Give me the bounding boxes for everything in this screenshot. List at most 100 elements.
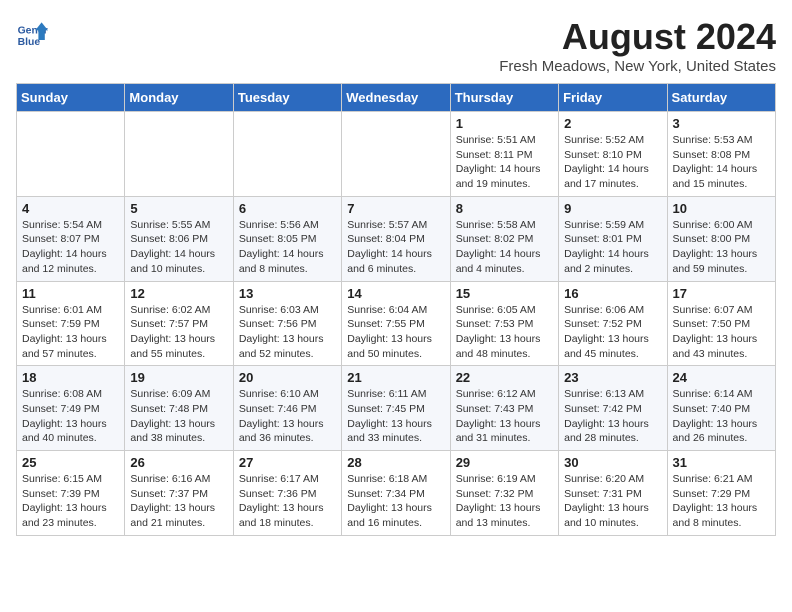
- day-number: 27: [239, 455, 336, 470]
- day-number: 20: [239, 370, 336, 385]
- calendar-cell: 10 Sunrise: 6:00 AM Sunset: 8:00 PM Dayli…: [667, 196, 775, 281]
- calendar-header-row: SundayMondayTuesdayWednesdayThursdayFrid…: [17, 84, 776, 112]
- calendar-cell: 28 Sunrise: 6:18 AM Sunset: 7:34 PM Dayli…: [342, 451, 450, 536]
- day-number: 13: [239, 286, 336, 301]
- day-info: Sunrise: 6:17 AM Sunset: 7:36 PM Dayligh…: [239, 472, 336, 531]
- weekday-header: Tuesday: [233, 84, 341, 112]
- day-number: 25: [22, 455, 119, 470]
- calendar-cell: [17, 112, 125, 197]
- calendar-week-row: 18 Sunrise: 6:08 AM Sunset: 7:49 PM Dayli…: [17, 366, 776, 451]
- day-number: 31: [673, 455, 770, 470]
- logo: General Blue: [16, 16, 48, 48]
- day-info: Sunrise: 5:59 AM Sunset: 8:01 PM Dayligh…: [564, 218, 661, 277]
- page-header: General Blue August 2024 Fresh Meadows, …: [16, 16, 776, 75]
- day-info: Sunrise: 6:14 AM Sunset: 7:40 PM Dayligh…: [673, 387, 770, 446]
- day-number: 16: [564, 286, 661, 301]
- calendar-cell: 16 Sunrise: 6:06 AM Sunset: 7:52 PM Dayli…: [559, 281, 667, 366]
- day-info: Sunrise: 6:11 AM Sunset: 7:45 PM Dayligh…: [347, 387, 444, 446]
- calendar-cell: 31 Sunrise: 6:21 AM Sunset: 7:29 PM Dayli…: [667, 451, 775, 536]
- calendar-cell: 5 Sunrise: 5:55 AM Sunset: 8:06 PM Daylig…: [125, 196, 233, 281]
- day-info: Sunrise: 6:12 AM Sunset: 7:43 PM Dayligh…: [456, 387, 553, 446]
- day-number: 26: [130, 455, 227, 470]
- day-info: Sunrise: 5:55 AM Sunset: 8:06 PM Dayligh…: [130, 218, 227, 277]
- calendar-cell: 17 Sunrise: 6:07 AM Sunset: 7:50 PM Dayli…: [667, 281, 775, 366]
- day-number: 19: [130, 370, 227, 385]
- calendar-cell: 7Sunrise: 5:57 AM Sunset: 8:04 PM Daylig…: [342, 196, 450, 281]
- svg-text:Blue: Blue: [18, 37, 41, 48]
- day-number: 1: [456, 116, 553, 131]
- day-info: Sunrise: 6:21 AM Sunset: 7:29 PM Dayligh…: [673, 472, 770, 531]
- calendar-week-row: 1 Sunrise: 5:51 AM Sunset: 8:11 PM Daylig…: [17, 112, 776, 197]
- day-info: Sunrise: 6:20 AM Sunset: 7:31 PM Dayligh…: [564, 472, 661, 531]
- day-number: 23: [564, 370, 661, 385]
- day-info: Sunrise: 6:07 AM Sunset: 7:50 PM Dayligh…: [673, 303, 770, 362]
- day-number: 2: [564, 116, 661, 131]
- weekday-header: Thursday: [450, 84, 558, 112]
- calendar-cell: 25Sunrise: 6:15 AM Sunset: 7:39 PM Dayli…: [17, 451, 125, 536]
- calendar-cell: 22 Sunrise: 6:12 AM Sunset: 7:43 PM Dayli…: [450, 366, 558, 451]
- day-info: Sunrise: 6:13 AM Sunset: 7:42 PM Dayligh…: [564, 387, 661, 446]
- calendar-cell: 8 Sunrise: 5:58 AM Sunset: 8:02 PM Daylig…: [450, 196, 558, 281]
- day-info: Sunrise: 6:09 AM Sunset: 7:48 PM Dayligh…: [130, 387, 227, 446]
- day-number: 9: [564, 201, 661, 216]
- day-number: 17: [673, 286, 770, 301]
- day-number: 5: [130, 201, 227, 216]
- day-info: Sunrise: 6:03 AM Sunset: 7:56 PM Dayligh…: [239, 303, 336, 362]
- day-info: Sunrise: 5:57 AM Sunset: 8:04 PM Dayligh…: [347, 218, 444, 277]
- calendar-cell: 29 Sunrise: 6:19 AM Sunset: 7:32 PM Dayli…: [450, 451, 558, 536]
- calendar-cell: 14Sunrise: 6:04 AM Sunset: 7:55 PM Dayli…: [342, 281, 450, 366]
- day-number: 28: [347, 455, 444, 470]
- day-number: 10: [673, 201, 770, 216]
- month-year-title: August 2024: [499, 16, 776, 58]
- day-info: Sunrise: 5:56 AM Sunset: 8:05 PM Dayligh…: [239, 218, 336, 277]
- day-number: 18: [22, 370, 119, 385]
- day-info: Sunrise: 6:16 AM Sunset: 7:37 PM Dayligh…: [130, 472, 227, 531]
- day-info: Sunrise: 6:00 AM Sunset: 8:00 PM Dayligh…: [673, 218, 770, 277]
- day-number: 4: [22, 201, 119, 216]
- title-block: August 2024 Fresh Meadows, New York, Uni…: [499, 16, 776, 75]
- day-number: 11: [22, 286, 119, 301]
- day-info: Sunrise: 5:51 AM Sunset: 8:11 PM Dayligh…: [456, 133, 553, 192]
- calendar-week-row: 4Sunrise: 5:54 AM Sunset: 8:07 PM Daylig…: [17, 196, 776, 281]
- calendar-cell: 30 Sunrise: 6:20 AM Sunset: 7:31 PM Dayli…: [559, 451, 667, 536]
- calendar-cell: 24Sunrise: 6:14 AM Sunset: 7:40 PM Dayli…: [667, 366, 775, 451]
- weekday-header: Monday: [125, 84, 233, 112]
- calendar-week-row: 11 Sunrise: 6:01 AM Sunset: 7:59 PM Dayli…: [17, 281, 776, 366]
- calendar-cell: 18 Sunrise: 6:08 AM Sunset: 7:49 PM Dayli…: [17, 366, 125, 451]
- calendar-cell: 21Sunrise: 6:11 AM Sunset: 7:45 PM Dayli…: [342, 366, 450, 451]
- day-info: Sunrise: 6:19 AM Sunset: 7:32 PM Dayligh…: [456, 472, 553, 531]
- calendar-cell: 12Sunrise: 6:02 AM Sunset: 7:57 PM Dayli…: [125, 281, 233, 366]
- calendar-cell: 23 Sunrise: 6:13 AM Sunset: 7:42 PM Dayli…: [559, 366, 667, 451]
- weekday-header: Wednesday: [342, 84, 450, 112]
- calendar-cell: 19 Sunrise: 6:09 AM Sunset: 7:48 PM Dayli…: [125, 366, 233, 451]
- calendar-cell: [233, 112, 341, 197]
- calendar-cell: 2Sunrise: 5:52 AM Sunset: 8:10 PM Daylig…: [559, 112, 667, 197]
- weekday-header: Sunday: [17, 84, 125, 112]
- day-info: Sunrise: 5:53 AM Sunset: 8:08 PM Dayligh…: [673, 133, 770, 192]
- day-info: Sunrise: 6:02 AM Sunset: 7:57 PM Dayligh…: [130, 303, 227, 362]
- logo-icon: General Blue: [16, 16, 48, 48]
- weekday-header: Friday: [559, 84, 667, 112]
- calendar-cell: 15Sunrise: 6:05 AM Sunset: 7:53 PM Dayli…: [450, 281, 558, 366]
- day-info: Sunrise: 6:04 AM Sunset: 7:55 PM Dayligh…: [347, 303, 444, 362]
- day-info: Sunrise: 6:05 AM Sunset: 7:53 PM Dayligh…: [456, 303, 553, 362]
- day-info: Sunrise: 6:10 AM Sunset: 7:46 PM Dayligh…: [239, 387, 336, 446]
- calendar-table: SundayMondayTuesdayWednesdayThursdayFrid…: [16, 83, 776, 536]
- calendar-cell: 26 Sunrise: 6:16 AM Sunset: 7:37 PM Dayli…: [125, 451, 233, 536]
- calendar-cell: 27 Sunrise: 6:17 AM Sunset: 7:36 PM Dayli…: [233, 451, 341, 536]
- day-number: 8: [456, 201, 553, 216]
- calendar-cell: 13 Sunrise: 6:03 AM Sunset: 7:56 PM Dayli…: [233, 281, 341, 366]
- day-info: Sunrise: 6:08 AM Sunset: 7:49 PM Dayligh…: [22, 387, 119, 446]
- day-info: Sunrise: 6:01 AM Sunset: 7:59 PM Dayligh…: [22, 303, 119, 362]
- calendar-cell: 1 Sunrise: 5:51 AM Sunset: 8:11 PM Daylig…: [450, 112, 558, 197]
- day-info: Sunrise: 6:18 AM Sunset: 7:34 PM Dayligh…: [347, 472, 444, 531]
- day-number: 3: [673, 116, 770, 131]
- location-subtitle: Fresh Meadows, New York, United States: [499, 58, 776, 75]
- day-info: Sunrise: 5:58 AM Sunset: 8:02 PM Dayligh…: [456, 218, 553, 277]
- day-number: 22: [456, 370, 553, 385]
- day-info: Sunrise: 6:06 AM Sunset: 7:52 PM Dayligh…: [564, 303, 661, 362]
- day-number: 30: [564, 455, 661, 470]
- calendar-week-row: 25Sunrise: 6:15 AM Sunset: 7:39 PM Dayli…: [17, 451, 776, 536]
- day-number: 29: [456, 455, 553, 470]
- calendar-cell: 9 Sunrise: 5:59 AM Sunset: 8:01 PM Daylig…: [559, 196, 667, 281]
